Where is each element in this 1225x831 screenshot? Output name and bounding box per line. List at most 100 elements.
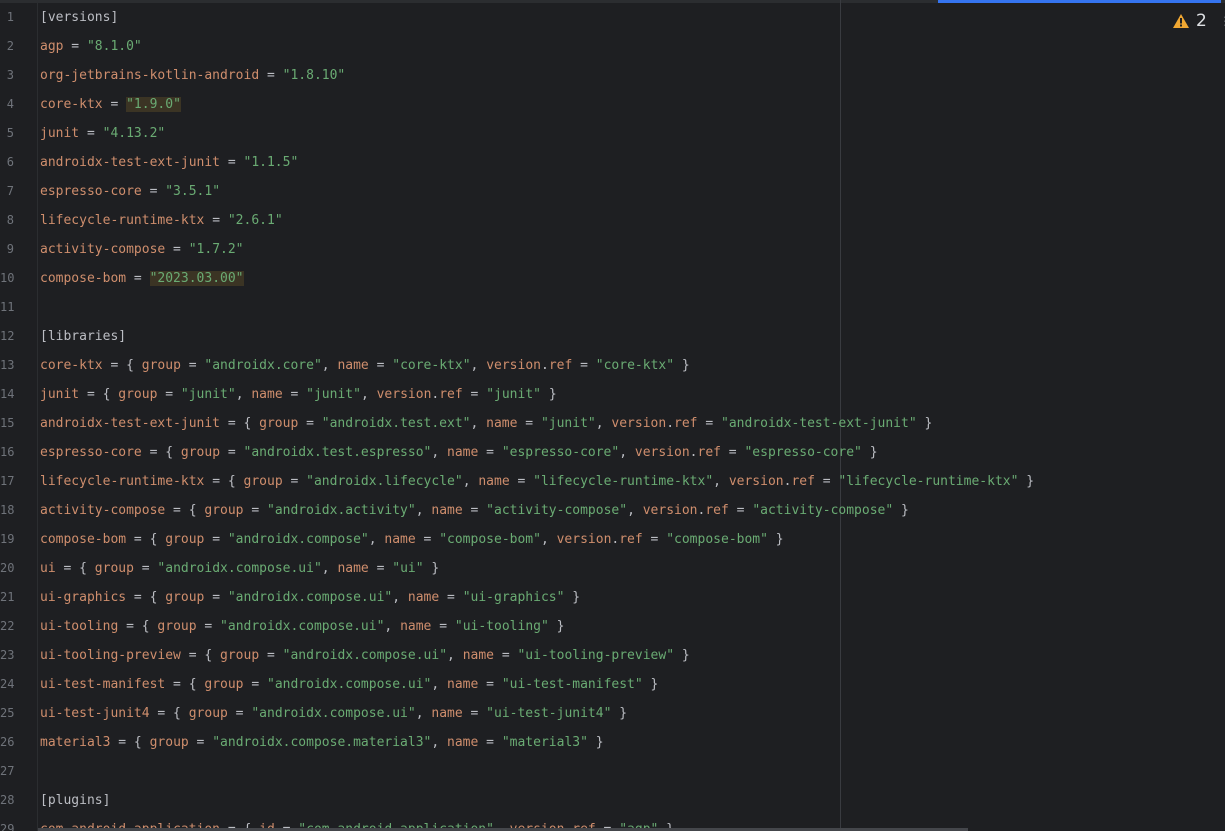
line-content: org-jetbrains-kotlin-android = "1.8.10" [40, 61, 345, 90]
punctuation-token: = [282, 474, 307, 489]
key-token: name [478, 474, 510, 489]
string-token: "junit" [486, 387, 541, 402]
string-token: "androidx.test.ext" [321, 416, 471, 431]
string-token: "ui-test-junit4" [486, 706, 612, 721]
punctuation-token: = [517, 416, 541, 431]
line-number: 11 [0, 300, 15, 314]
line-content: lifecycle-runtime-ktx = { group = "andro… [40, 467, 1034, 496]
punctuation-token: = [494, 648, 518, 663]
string-token: "junit" [180, 387, 236, 402]
key-token: group [180, 445, 221, 460]
key-token: name [384, 532, 416, 547]
string-token: "androidx.test.espresso" [243, 445, 432, 460]
punctuation-token: } [916, 416, 933, 431]
string-token: "androidx.compose" [227, 532, 369, 547]
key-token: name [462, 648, 494, 663]
line-number: 14 [0, 387, 15, 401]
punctuation-token: = { [118, 619, 158, 634]
key-token: group [243, 474, 283, 489]
key-token: name [431, 503, 463, 518]
line-number: 10 [0, 271, 15, 285]
string-token: "androidx-test-ext-junit" [721, 416, 917, 431]
key-token: version [611, 416, 667, 431]
line-number: 18 [0, 503, 15, 517]
key-token: name [400, 619, 432, 634]
punctuation-token: = { [55, 561, 95, 576]
key-token: group [141, 358, 181, 373]
punctuation-token: . [540, 358, 549, 373]
string-token: "2023.03.00" [149, 271, 244, 286]
string-token: "androidx.compose.ui" [267, 677, 432, 692]
punctuation-token: } [548, 619, 565, 634]
punctuation-token: } [541, 387, 557, 402]
punctuation-token: , [627, 503, 643, 518]
punctuation-token: , [540, 532, 557, 547]
line-content: androidx-test-ext-junit = { group = "and… [40, 409, 932, 438]
line-content: core-ktx = "1.9.0" [40, 90, 181, 119]
key-token: ref [439, 387, 463, 402]
punctuation-token: = [259, 68, 283, 83]
line-number: 5 [6, 126, 14, 140]
punctuation-token: = [204, 590, 228, 605]
key-token: activity-compose [40, 242, 166, 257]
line-content: ui-tooling = { group = "androidx.compose… [40, 612, 564, 641]
line-number: 12 [0, 329, 15, 343]
string-token: "androidx.compose.ui" [251, 706, 416, 721]
string-token: "2.6.1" [227, 213, 283, 228]
punctuation-token: = [478, 445, 502, 460]
string-token: "androidx.compose.ui" [227, 590, 393, 605]
line-content: core-ktx = { group = "androidx.core", na… [40, 351, 690, 380]
line-content: compose-bom = { group = "androidx.compos… [40, 525, 784, 554]
punctuation-token: , [431, 735, 448, 750]
key-token: org-jetbrains-kotlin-android [40, 68, 260, 83]
punctuation-token: = [439, 590, 463, 605]
key-token: androidx-test-ext-junit [40, 416, 221, 431]
line-number: 23 [0, 648, 15, 662]
key-token: agp [40, 39, 64, 54]
line-number: 27 [0, 764, 15, 778]
line-number: 29 [0, 822, 15, 831]
key-token: ui [40, 561, 56, 576]
key-token: name [447, 445, 479, 460]
key-token: ref [705, 503, 729, 518]
punctuation-token: , [462, 474, 479, 489]
punctuation-token: = { [126, 532, 166, 547]
line-number: 6 [6, 155, 14, 169]
string-token: "ui-tooling-preview" [517, 648, 675, 663]
warning-triangle-icon [1172, 13, 1190, 29]
key-token: lifecycle-runtime-ktx [40, 474, 205, 489]
punctuation-token: = [102, 97, 127, 112]
key-token: version [376, 387, 432, 402]
more-options-icon[interactable]: ⋮ [1219, 14, 1225, 28]
key-token: name [431, 706, 463, 721]
key-token: ui-tooling-preview [40, 648, 181, 663]
punctuation-token: } [893, 503, 909, 518]
key-token: group [259, 416, 299, 431]
punctuation-token: = [204, 532, 228, 547]
punctuation-token: , [321, 561, 338, 576]
line-content: junit = "4.13.2" [40, 119, 165, 148]
string-token: "core-ktx" [392, 358, 471, 373]
line-content: androidx-test-ext-junit = "1.1.5" [40, 148, 298, 177]
string-token: "lifecycle-runtime-ktx" [838, 474, 1019, 489]
key-token: lifecycle-runtime-ktx [40, 213, 205, 228]
punctuation-token: = [478, 677, 502, 692]
punctuation-token: , [595, 416, 612, 431]
key-token: version [728, 474, 784, 489]
string-token: "junit" [306, 387, 361, 402]
key-token: ui-test-junit4 [40, 706, 150, 721]
punctuation-token: = [368, 358, 393, 373]
line-number: 17 [0, 474, 15, 488]
line-content: [plugins] [40, 786, 110, 815]
key-token: compose-bom [40, 532, 127, 547]
key-token: group [165, 532, 205, 547]
punctuation-token: = [728, 503, 753, 518]
line-content: ui-tooling-preview = { group = "androidx… [40, 641, 690, 670]
punctuation-token: = [697, 416, 721, 431]
key-token: material3 [40, 735, 111, 750]
inspection-widget[interactable]: 2 [1172, 10, 1207, 32]
string-token: "activity-compose" [486, 503, 628, 518]
line-content: ui = { group = "androidx.compose.ui", na… [40, 554, 439, 583]
line-content: espresso-core = { group = "androidx.test… [40, 438, 878, 467]
key-token: junit [40, 387, 80, 402]
